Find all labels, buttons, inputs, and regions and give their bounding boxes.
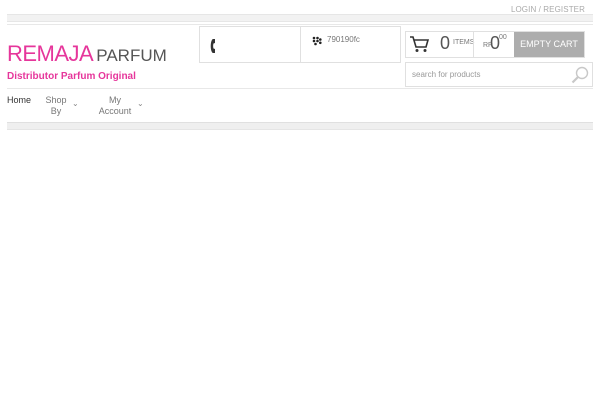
contact-box: 790190fc [199, 26, 401, 63]
cart-item-count: 0 [440, 33, 451, 53]
search-icon[interactable] [571, 66, 589, 84]
top-strip [7, 14, 593, 22]
contact-divider [300, 27, 301, 62]
cart-divider [473, 32, 474, 57]
nav-shop-by-line2: By [50, 106, 62, 116]
cart-icon[interactable] [409, 35, 429, 53]
empty-cart-button[interactable]: EMPTY CART [514, 32, 584, 57]
login-register-link[interactable]: Login / Register [511, 5, 585, 14]
cart-items-label: ITEMS [453, 39, 475, 46]
nav-shop-by[interactable]: Shop By [44, 95, 68, 117]
site-tagline: Distributor Parfum Original [7, 71, 136, 82]
cart-total-decimals: 00 [499, 34, 507, 41]
chevron-down-icon[interactable]: ⌄ [72, 99, 79, 108]
header-divider [7, 24, 593, 25]
logo-sub: PARFUM [96, 46, 167, 65]
nav-my-account-line1: My [109, 95, 121, 105]
nav-home-label: Home [7, 95, 32, 105]
site-logo[interactable]: REMAJA PARFUM [7, 41, 167, 69]
nav-divider [7, 88, 593, 89]
bb-pin: 790190fc [327, 35, 360, 44]
blackberry-icon [312, 36, 322, 46]
search-box [405, 62, 593, 87]
search-input[interactable] [412, 67, 562, 82]
cart-widget[interactable]: 0 ITEMS RP 0 00 EMPTY CART [405, 31, 585, 58]
nav-shop-by-line1: Shop [45, 95, 67, 105]
chevron-down-icon[interactable]: ⌄ [137, 99, 144, 108]
nav-bottom-band [7, 122, 593, 130]
phone-icon [210, 39, 215, 53]
nav-home[interactable]: Home [7, 95, 31, 106]
logo-brand: REMAJA [7, 41, 94, 66]
nav-my-account[interactable]: My Account [98, 95, 132, 117]
nav-my-account-line2: Account [98, 106, 132, 116]
